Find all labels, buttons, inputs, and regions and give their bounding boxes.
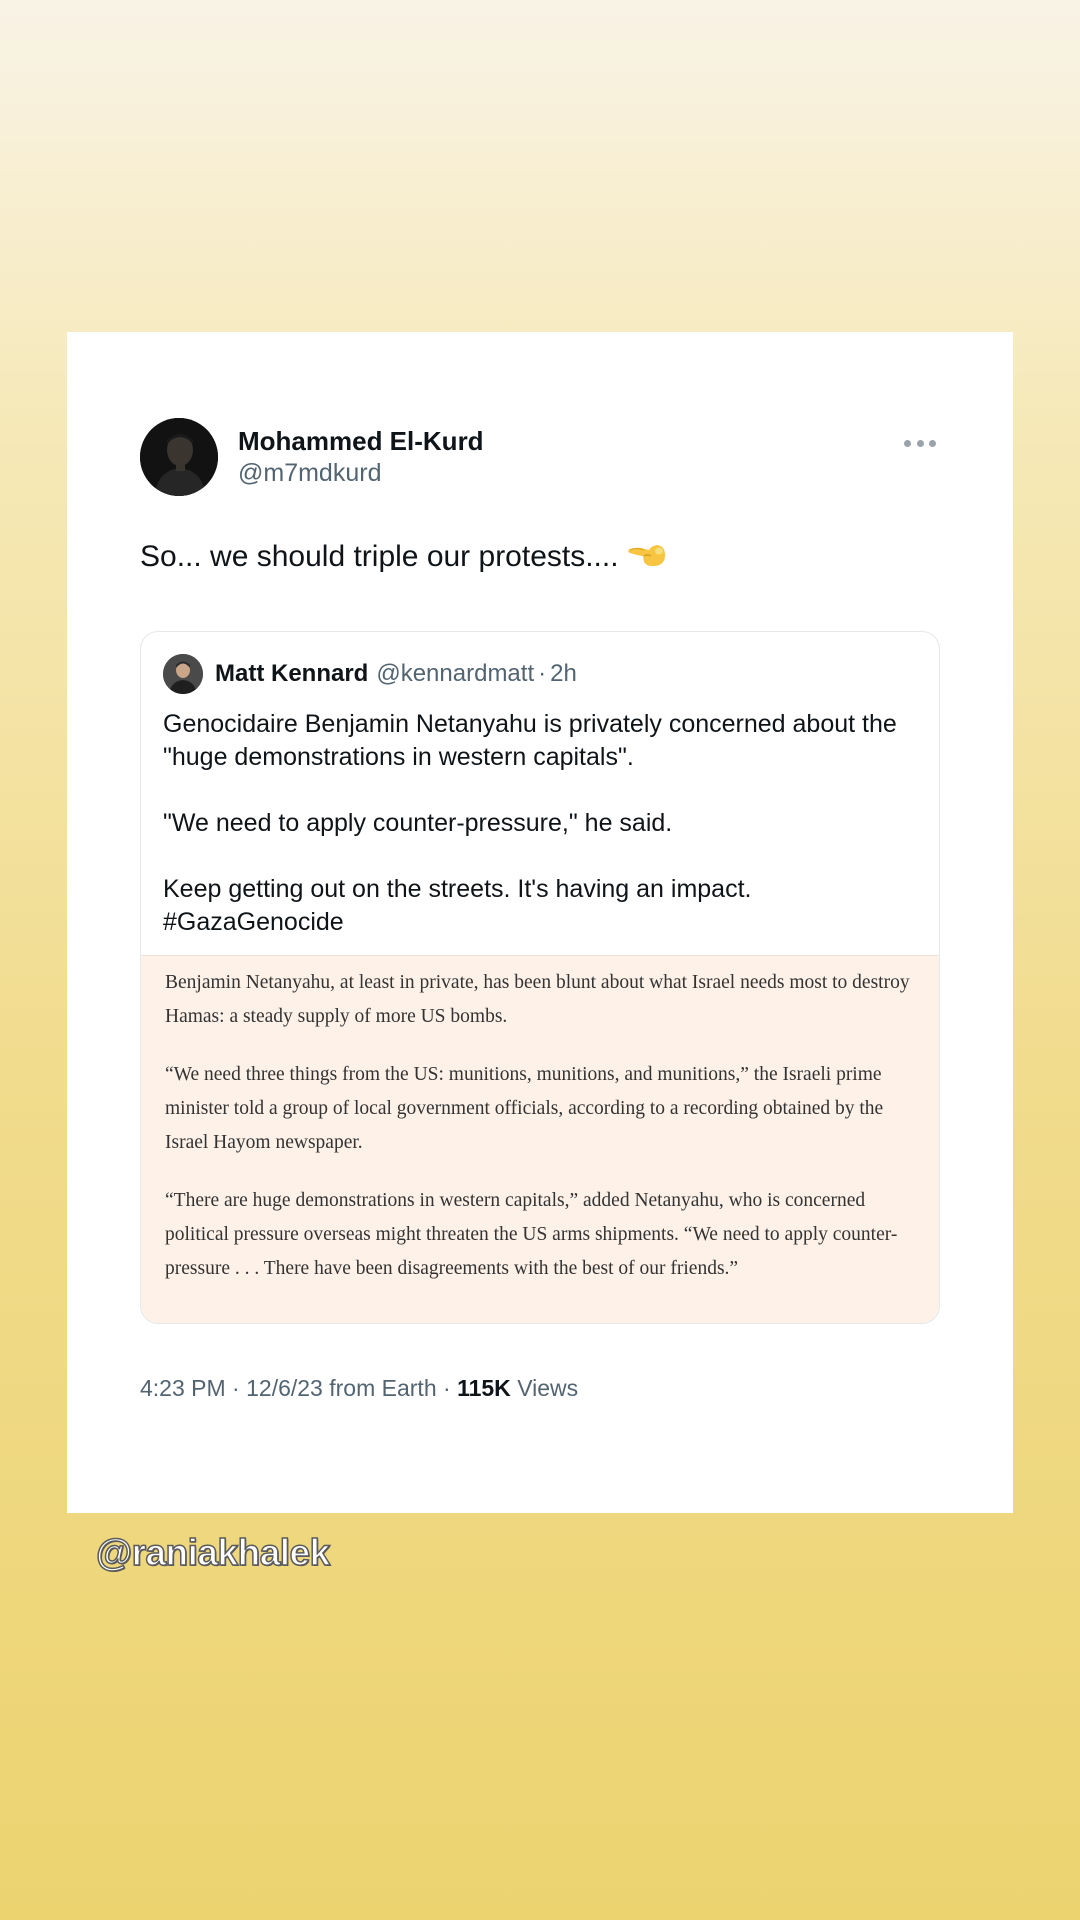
dot	[929, 439, 936, 447]
article-paragraph: “We need three things from the US: munit…	[165, 1064, 884, 1153]
hashtag-link[interactable]: #GazaGenocide	[163, 908, 344, 936]
views-label: Views	[517, 1375, 579, 1401]
quoted-author-name[interactable]: Matt Kennard	[215, 660, 368, 688]
pointing-hand-emoji-icon	[627, 545, 665, 567]
author-name[interactable]: Mohammed El-Kurd	[238, 426, 484, 456]
quoted-paragraph: Keep getting out on the streets. It's ha…	[163, 873, 923, 939]
quoted-tweet-time[interactable]: 2h	[550, 660, 577, 688]
tweet-text-content: So... we should triple our protests....	[140, 540, 619, 573]
tweet-source: from Earth	[329, 1375, 437, 1401]
author-info: Mohammed El-Kurd @m7mdkurd	[238, 426, 484, 490]
article-screenshot: Benjamin Netanyahu, at least in private,…	[141, 955, 939, 1323]
tweet-card: Mohammed El-Kurd @m7mdkurd So... we shou…	[67, 332, 1013, 1513]
quoted-author-avatar[interactable]	[163, 654, 203, 694]
person-silhouette-icon	[140, 418, 218, 496]
quoted-tweet-body: Genocidaire Benjamin Netanyahu is privat…	[163, 708, 923, 939]
tweet-header: Mohammed El-Kurd @m7mdkurd	[140, 418, 940, 498]
person-photo-icon	[163, 654, 203, 694]
separator-dot: ·	[538, 660, 547, 687]
quoted-author-handle[interactable]: @kennardmatt	[376, 660, 534, 688]
dot	[904, 439, 911, 447]
quoted-paragraph-text: Keep getting out on the streets. It's ha…	[163, 875, 752, 903]
separator-dot: ·	[443, 1375, 451, 1401]
author-handle[interactable]: @m7mdkurd	[238, 456, 484, 490]
article-paragraph: “There are huge demonstrations in wester…	[165, 1190, 898, 1279]
article-paragraph: Benjamin Netanyahu, at least in private,…	[165, 972, 910, 1027]
tweet-date[interactable]: 12/6/23	[246, 1375, 323, 1401]
tweet-metadata: 4:23 PM · 12/6/23 from Earth · 115K View…	[140, 1375, 578, 1402]
story-mention-sticker[interactable]: @raniakhalek	[95, 1531, 331, 1574]
more-options-icon[interactable]	[900, 428, 940, 458]
quoted-paragraph: Genocidaire Benjamin Netanyahu is privat…	[163, 710, 897, 771]
separator-dot: ·	[232, 1375, 240, 1401]
tweet-text: So... we should triple our protests....	[140, 537, 667, 577]
quoted-tweet-header: Matt Kennard @kennardmatt · 2h	[163, 652, 577, 696]
author-avatar[interactable]	[140, 418, 218, 496]
tweet-time[interactable]: 4:23 PM	[140, 1375, 226, 1401]
dot	[916, 439, 924, 447]
quoted-paragraph: "We need to apply counter-pressure," he …	[163, 809, 673, 837]
quoted-tweet[interactable]: Matt Kennard @kennardmatt · 2h Genocidai…	[140, 631, 940, 1324]
views-count: 115K	[457, 1375, 511, 1401]
